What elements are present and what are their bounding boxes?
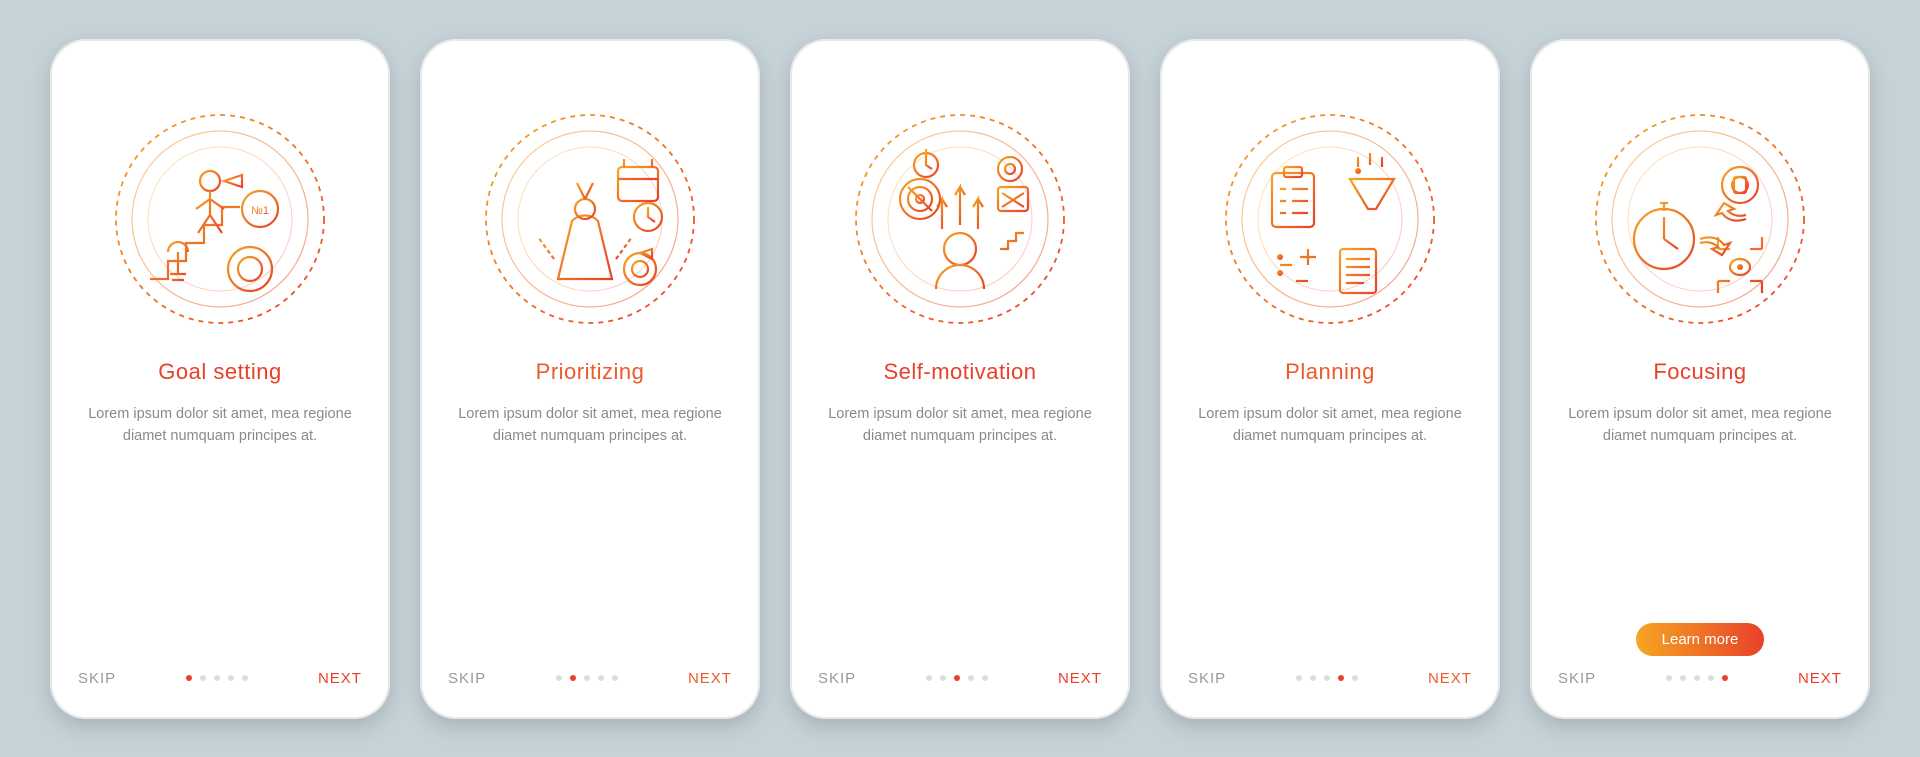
onboarding-footer: SKIP NEXT (1558, 670, 1842, 687)
page-dots (186, 675, 248, 681)
page-dot[interactable] (1722, 675, 1728, 681)
page-dot[interactable] (186, 675, 192, 681)
self-motivation-icon (850, 109, 1070, 329)
page-dots (926, 675, 988, 681)
onboarding-footer: SKIP NEXT (78, 670, 362, 687)
onboarding-screen: Planning Lorem ipsum dolor sit amet, mea … (1160, 39, 1500, 719)
next-button[interactable]: NEXT (1798, 670, 1842, 687)
screen-description: Lorem ipsum dolor sit amet, mea regione … (448, 403, 732, 670)
page-dot[interactable] (968, 675, 974, 681)
onboarding-footer: SKIP NEXT (1188, 670, 1472, 687)
onboarding-screen: №1 Goal setting Lorem ipsum dolor sit ame… (50, 39, 390, 719)
onboarding-footer: SKIP NEXT (448, 670, 732, 687)
skip-button[interactable]: SKIP (1188, 670, 1226, 687)
next-button[interactable]: NEXT (1428, 670, 1472, 687)
page-dot[interactable] (1310, 675, 1316, 681)
page-dot[interactable] (1694, 675, 1700, 681)
page-dot[interactable] (1338, 675, 1344, 681)
page-dot[interactable] (1708, 675, 1714, 681)
goal-setting-icon: №1 (110, 109, 330, 329)
planning-icon (1220, 109, 1440, 329)
page-dot[interactable] (598, 675, 604, 681)
page-dot[interactable] (1352, 675, 1358, 681)
page-dot[interactable] (926, 675, 932, 681)
page-dots (556, 675, 618, 681)
onboarding-footer: SKIP NEXT (818, 670, 1102, 687)
prioritizing-icon (480, 109, 700, 329)
screen-description: Lorem ipsum dolor sit amet, mea regione … (78, 403, 362, 670)
focusing-icon (1590, 109, 1810, 329)
page-dot[interactable] (242, 675, 248, 681)
page-dot[interactable] (612, 675, 618, 681)
skip-button[interactable]: SKIP (818, 670, 856, 687)
page-dot[interactable] (200, 675, 206, 681)
page-dot[interactable] (1296, 675, 1302, 681)
page-dot[interactable] (954, 675, 960, 681)
page-dot[interactable] (228, 675, 234, 681)
page-dot[interactable] (556, 675, 562, 681)
onboarding-screen: Self-motivation Lorem ipsum dolor sit ame… (790, 39, 1130, 719)
onboarding-screen: Prioritizing Lorem ipsum dolor sit amet, … (420, 39, 760, 719)
screen-title: Focusing (1558, 359, 1842, 385)
page-dot[interactable] (570, 675, 576, 681)
skip-button[interactable]: SKIP (448, 670, 486, 687)
skip-button[interactable]: SKIP (78, 670, 116, 687)
screen-description: Lorem ipsum dolor sit amet, mea regione … (818, 403, 1102, 670)
page-dot[interactable] (1680, 675, 1686, 681)
page-dot[interactable] (1324, 675, 1330, 681)
skip-button[interactable]: SKIP (1558, 670, 1596, 687)
page-dot[interactable] (214, 675, 220, 681)
page-dot[interactable] (584, 675, 590, 681)
next-button[interactable]: NEXT (1058, 670, 1102, 687)
learn-more-button[interactable]: Learn more (1636, 623, 1765, 656)
next-button[interactable]: NEXT (318, 670, 362, 687)
page-dot[interactable] (1666, 675, 1672, 681)
screen-title: Goal setting (78, 359, 362, 385)
screen-description: Lorem ipsum dolor sit amet, mea regione … (1188, 403, 1472, 670)
page-dots (1296, 675, 1358, 681)
page-dot[interactable] (940, 675, 946, 681)
screen-title: Planning (1188, 359, 1472, 385)
screen-description: Lorem ipsum dolor sit amet, mea regione … (1558, 403, 1842, 629)
page-dot[interactable] (982, 675, 988, 681)
screen-title: Prioritizing (448, 359, 732, 385)
screen-title: Self-motivation (818, 359, 1102, 385)
page-dots (1666, 675, 1728, 681)
onboarding-screen: Focusing Lorem ipsum dolor sit amet, mea … (1530, 39, 1870, 719)
svg-text:№1: №1 (251, 205, 269, 217)
next-button[interactable]: NEXT (688, 670, 732, 687)
